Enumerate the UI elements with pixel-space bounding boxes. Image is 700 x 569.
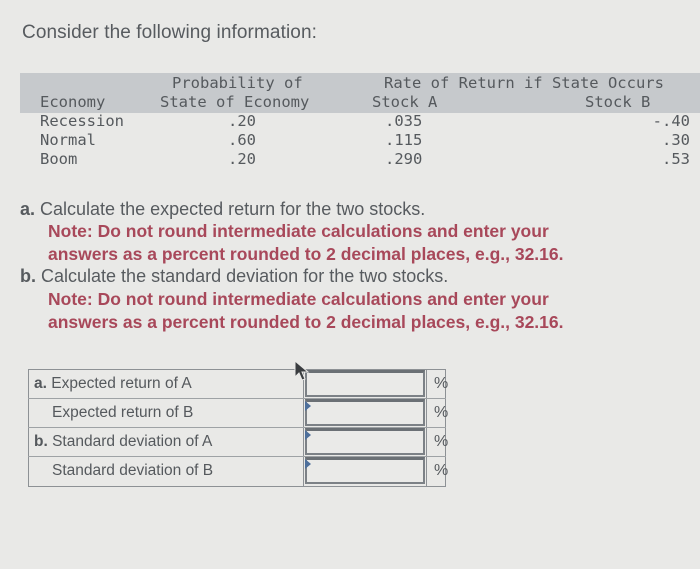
- header-economy: Economy: [40, 93, 106, 111]
- input-marker-icon: [305, 459, 311, 469]
- question-b-note-line1: Note: Do not round intermediate calculat…: [48, 289, 549, 309]
- input-marker-icon: [305, 430, 311, 440]
- intro-text: Consider the following information:: [22, 22, 317, 43]
- question-a-note-line1: Note: Do not round intermediate calculat…: [48, 221, 549, 241]
- header-rate-of-return: Rate of Return if State Occurs: [384, 74, 664, 92]
- cell-economy: Boom: [40, 150, 78, 168]
- answer-prefix: a.: [34, 375, 47, 392]
- cell-probability: .20: [228, 112, 256, 130]
- header-stock-b: Stock B: [585, 93, 651, 111]
- question-b-text: Calculate the standard deviation for the…: [41, 266, 449, 286]
- cell-stock-b: -.40: [652, 112, 690, 130]
- question-a-note-line2: answers as a percent rounded to 2 decima…: [48, 244, 564, 264]
- cell-economy: Recession: [40, 112, 124, 130]
- cell-economy: Normal: [40, 131, 96, 149]
- header-probability-line2: State of Economy: [160, 93, 310, 111]
- std-dev-b-input[interactable]: [305, 457, 425, 484]
- answer-label: Standard deviation of A: [52, 433, 213, 450]
- cell-stock-a: .035: [385, 112, 423, 130]
- cell-stock-b: .30: [662, 131, 690, 149]
- question-a-label: a.: [20, 199, 36, 219]
- mouse-cursor-icon: [294, 360, 310, 381]
- expected-return-b-input[interactable]: [305, 399, 425, 426]
- percent-unit: %: [434, 462, 449, 479]
- percent-unit: %: [434, 433, 449, 450]
- question-b-label: b.: [20, 266, 36, 286]
- cell-probability: .60: [228, 131, 256, 149]
- cell-stock-b: .53: [662, 150, 690, 168]
- question-a-text: Calculate the expected return for the tw…: [40, 199, 426, 219]
- percent-unit: %: [434, 375, 449, 392]
- input-marker-icon: [305, 401, 311, 411]
- header-probability-line1: Probability of: [172, 74, 303, 92]
- cell-stock-a: .290: [385, 150, 423, 168]
- answer-label: Standard deviation of B: [52, 462, 214, 479]
- expected-return-a-input[interactable]: [305, 370, 425, 397]
- std-dev-a-input[interactable]: [305, 428, 425, 455]
- cell-stock-a: .115: [385, 131, 423, 149]
- answer-label: Expected return of A: [51, 375, 192, 392]
- percent-unit: %: [434, 404, 449, 421]
- answer-prefix: b.: [34, 433, 48, 450]
- cell-probability: .20: [228, 150, 256, 168]
- question-b-note-line2: answers as a percent rounded to 2 decima…: [48, 312, 564, 332]
- header-stock-a: Stock A: [372, 93, 438, 111]
- answer-label: Expected return of B: [52, 404, 194, 421]
